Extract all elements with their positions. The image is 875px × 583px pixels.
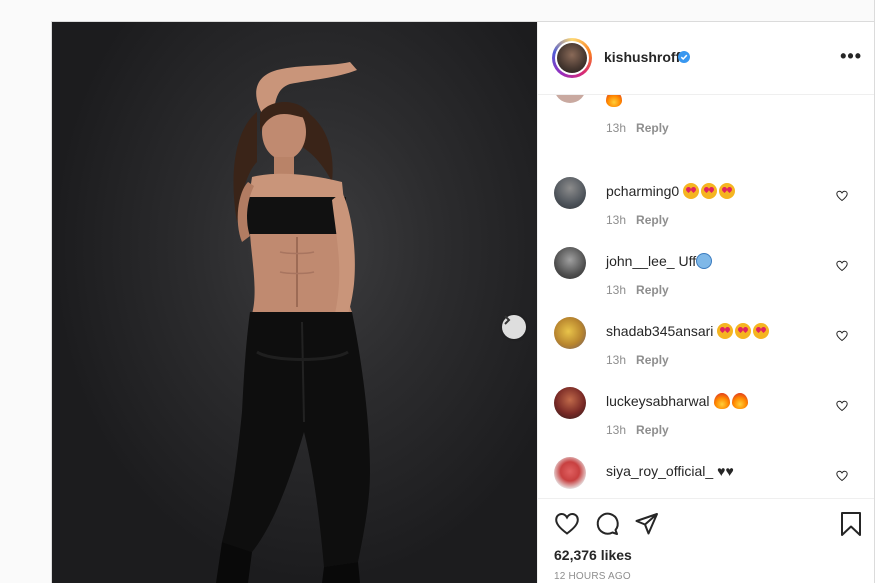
comment-meta: 13h Reply: [606, 283, 669, 297]
comment-item: siya_roy_official_ ♥♥: [538, 457, 875, 498]
comment-body: Uff: [678, 253, 697, 269]
comment-username[interactable]: pcharming0: [606, 183, 679, 199]
next-photo-button[interactable]: [502, 315, 526, 339]
comment-time: 13h: [606, 353, 627, 367]
post-sidebar: kishushroff ••• 13h Reply pcharming0 13h…: [537, 22, 875, 583]
commenter-avatar[interactable]: [554, 387, 586, 419]
comment-text: shadab345ansari: [606, 323, 771, 339]
share-send-icon[interactable]: [634, 511, 660, 537]
cold-face-emoji-icon: [696, 253, 713, 269]
comment-item: john__lee_ Uff 13h Reply: [538, 247, 875, 317]
bookmark-save-icon[interactable]: [838, 511, 864, 537]
commenter-avatar[interactable]: [554, 95, 586, 103]
heart-eyes-emoji-icon: [753, 323, 770, 339]
heart-eyes-emoji-icon: [683, 183, 700, 199]
commenter-avatar[interactable]: [554, 317, 586, 349]
heart-outline-icon[interactable]: [836, 470, 848, 482]
heart-outline-icon[interactable]: [836, 260, 848, 272]
comment-meta: 13h Reply: [606, 213, 669, 227]
fire-emoji-icon: [606, 95, 622, 107]
post-photo: [52, 22, 537, 583]
comment-text: john__lee_ Uff: [606, 253, 714, 269]
heart-eyes-emoji-icon: [701, 183, 718, 199]
like-heart-icon[interactable]: [554, 511, 580, 537]
comment-text: luckeysabharwal: [606, 393, 750, 409]
reply-button[interactable]: Reply: [636, 121, 669, 135]
comments-list: 13h Reply pcharming0 13h Reply john__lee…: [538, 95, 875, 498]
comment-username[interactable]: john__lee_: [606, 253, 675, 269]
post-header: kishushroff •••: [538, 22, 875, 95]
avatar-inner: [555, 41, 589, 75]
chevron-right-icon: [504, 315, 511, 325]
comment-meta: 13h Reply: [606, 121, 669, 135]
comment-meta: 13h Reply: [606, 353, 669, 367]
profile-avatar[interactable]: [552, 38, 592, 78]
commenter-avatar[interactable]: [554, 247, 586, 279]
post-timestamp[interactable]: 12 HOURS AGO: [554, 571, 631, 582]
comment-username[interactable]: luckeysabharwal: [606, 393, 710, 409]
model-photo: [216, 62, 370, 583]
avatar-image: [557, 43, 587, 73]
heart-outline-icon[interactable]: [836, 190, 848, 202]
heart-outline-icon[interactable]: [836, 330, 848, 342]
heart-eyes-emoji-icon: [735, 323, 752, 339]
comment-item: luckeysabharwal 13h Reply: [538, 387, 875, 457]
instagram-post: kishushroff ••• 13h Reply pcharming0 13h…: [51, 21, 875, 583]
comment-bubble-icon[interactable]: [594, 511, 620, 537]
fire-emoji-icon: [731, 393, 748, 409]
commenter-avatar[interactable]: [554, 457, 586, 489]
commenter-avatar[interactable]: [554, 177, 586, 209]
reply-button[interactable]: Reply: [636, 423, 669, 437]
comment-username[interactable]: shadab345ansari: [606, 323, 713, 339]
comment-text: pcharming0: [606, 183, 737, 199]
comment-body: ♥♥: [717, 463, 734, 479]
heart-eyes-emoji-icon: [719, 183, 736, 199]
comment-time: 13h: [606, 213, 627, 227]
comment-time: 13h: [606, 423, 627, 437]
comment-item: pcharming0 13h Reply: [538, 177, 875, 247]
likes-count[interactable]: 62,376 likes: [554, 547, 632, 563]
post-username[interactable]: kishushroff: [604, 49, 680, 65]
fire-emoji-icon: [713, 393, 730, 409]
reply-button[interactable]: Reply: [636, 213, 669, 227]
comment-username[interactable]: siya_roy_official_: [606, 463, 713, 479]
more-options-button[interactable]: •••: [840, 46, 862, 67]
comment-partial: 13h Reply: [538, 95, 875, 165]
comment-time: 13h: [606, 121, 627, 135]
verified-badge-icon: [678, 51, 690, 63]
comment-text: siya_roy_official_ ♥♥: [606, 463, 734, 479]
comment-meta: 13h Reply: [606, 423, 669, 437]
comment-text: [606, 95, 624, 107]
heart-eyes-emoji-icon: [717, 323, 734, 339]
comment-item: shadab345ansari 13h Reply: [538, 317, 875, 387]
comment-time: 13h: [606, 283, 627, 297]
reply-button[interactable]: Reply: [636, 283, 669, 297]
heart-outline-icon[interactable]: [836, 400, 848, 412]
post-actions: 62,376 likes 12 HOURS AGO: [538, 498, 875, 583]
reply-button[interactable]: Reply: [636, 353, 669, 367]
